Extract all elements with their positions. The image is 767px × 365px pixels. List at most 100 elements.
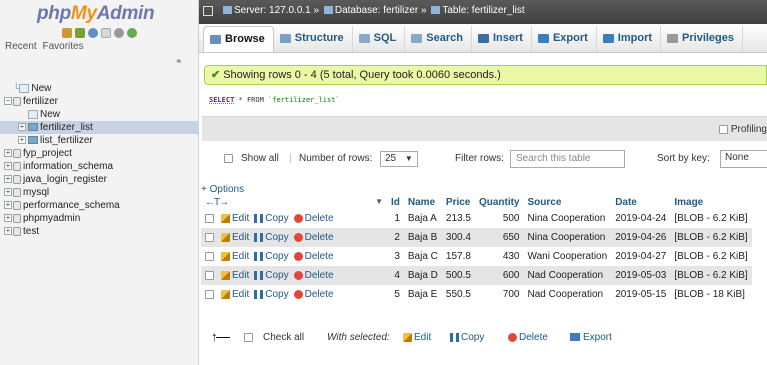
cell-price[interactable]: 550.5 — [441, 285, 475, 304]
cell-date[interactable]: 2019-05-03 — [611, 266, 671, 285]
row-edit-button[interactable]: Edit — [221, 213, 249, 224]
tree-item-fertilizer[interactable]: − fertilizer — [0, 95, 199, 108]
check-all-label[interactable]: Check all — [263, 332, 304, 343]
reload-icon[interactable] — [127, 28, 137, 38]
expand-icon[interactable]: + — [4, 188, 12, 197]
minimize-icon[interactable] — [203, 6, 213, 16]
phpmyadmin-logo[interactable]: phpMyAdmin — [37, 3, 155, 25]
cell-source[interactable]: Nina Cooperation — [523, 209, 612, 228]
row-copy-button[interactable]: Copy — [254, 270, 289, 281]
column-header-price[interactable]: Price — [442, 195, 475, 209]
settings-icon[interactable] — [114, 28, 124, 38]
sort-arrow-icon[interactable]: ▼ — [375, 197, 383, 206]
num-rows-select[interactable]: 25 ▼ — [380, 151, 418, 167]
cell-source[interactable]: Nina Cooperation — [523, 228, 612, 247]
cell-source[interactable]: Nad Cooperation — [523, 266, 612, 285]
column-header-id[interactable]: Id — [387, 195, 404, 209]
cell-date[interactable]: 2019-04-26 — [611, 228, 671, 247]
cell-price[interactable]: 300.4 — [441, 228, 475, 247]
cell-quantity[interactable]: 500 — [474, 209, 524, 228]
expand-icon[interactable]: + — [4, 162, 12, 171]
tab-import[interactable]: Import — [597, 26, 662, 52]
cell-id[interactable]: 4 — [387, 266, 404, 285]
row-copy-button[interactable]: Copy — [254, 251, 289, 262]
bulk-delete-button[interactable]: Delete — [508, 332, 548, 343]
row-checkbox[interactable] — [205, 270, 214, 280]
cell-id[interactable]: 2 — [387, 228, 404, 247]
cell-image[interactable]: [BLOB - 6.2 KiB] — [670, 266, 752, 285]
row-edit-button[interactable]: Edit — [221, 289, 249, 300]
cell-name[interactable]: Baja A — [403, 209, 442, 228]
cell-source[interactable]: Nad Cooperation — [523, 285, 612, 304]
tree-item-new[interactable]: New — [0, 108, 199, 121]
check-all-checkbox[interactable] — [244, 332, 253, 343]
collapse-icon[interactable]: − — [4, 97, 12, 106]
link-icon[interactable]: ⚭ — [175, 56, 183, 67]
recent-tab[interactable]: Recent — [5, 41, 37, 52]
tab-browse[interactable]: Browse — [203, 26, 274, 52]
profiling-toggle[interactable]: Profiling — [719, 124, 767, 135]
bulk-copy-button[interactable]: Copy — [450, 332, 484, 343]
cell-price[interactable]: 500.5 — [441, 266, 475, 285]
expand-icon[interactable]: + — [4, 201, 12, 210]
cell-date[interactable]: 2019-04-27 — [611, 247, 671, 266]
cell-price[interactable]: 213.5 — [441, 209, 475, 228]
row-edit-button[interactable]: Edit — [221, 251, 249, 262]
cell-name[interactable]: Baja C — [403, 247, 442, 266]
row-delete-button[interactable]: Delete — [293, 232, 334, 243]
cell-date[interactable]: 2019-05-15 — [611, 285, 671, 304]
cell-date[interactable]: 2019-04-24 — [611, 209, 671, 228]
bulk-edit-button[interactable]: Edit — [403, 332, 431, 343]
filter-rows-input[interactable]: Search this table — [510, 150, 625, 168]
cell-image[interactable]: [BLOB - 6.2 KiB] — [670, 228, 752, 247]
cell-source[interactable]: Wani Cooperation — [523, 247, 612, 266]
column-header-quantity[interactable]: Quantity — [475, 195, 524, 209]
row-edit-button[interactable]: Edit — [221, 232, 249, 243]
tree-item-fyp-project[interactable]: + fyp_project — [0, 147, 199, 160]
cell-quantity[interactable]: 650 — [474, 228, 524, 247]
row-delete-button[interactable]: Delete — [293, 289, 334, 300]
row-copy-button[interactable]: Copy — [254, 232, 289, 243]
row-checkbox[interactable] — [205, 251, 214, 261]
cell-id[interactable]: 5 — [387, 285, 404, 304]
row-checkbox[interactable] — [205, 232, 214, 242]
breadcrumb-database[interactable]: Database: fertilizer — [335, 5, 418, 16]
expand-icon[interactable]: + — [4, 175, 12, 184]
cell-id[interactable]: 3 — [387, 247, 404, 266]
expand-icon[interactable]: + — [18, 123, 26, 132]
row-copy-button[interactable]: Copy — [254, 213, 289, 224]
tab-export[interactable]: Export — [532, 26, 597, 52]
row-delete-button[interactable]: Delete — [293, 270, 334, 281]
cell-quantity[interactable]: 700 — [474, 285, 524, 304]
breadcrumb-server[interactable]: Server: 127.0.0.1 — [234, 5, 311, 16]
bulk-export-button[interactable]: Export — [570, 332, 612, 343]
tab-sql[interactable]: SQL — [353, 26, 406, 52]
tree-item-list-fertilizer[interactable]: + list_fertilizer — [0, 134, 199, 147]
logout-icon[interactable] — [75, 28, 85, 38]
docs-icon[interactable] — [101, 28, 111, 38]
expand-icon[interactable]: + — [18, 136, 26, 145]
column-header-date[interactable]: Date — [611, 195, 670, 209]
cell-name[interactable]: Baja B — [403, 228, 442, 247]
tab-privileges[interactable]: Privileges — [661, 26, 744, 52]
tree-item-phpmyadmin[interactable]: + phpmyadmin — [0, 212, 199, 225]
row-checkbox[interactable] — [205, 213, 214, 223]
tree-item-mysql[interactable]: + mysql — [0, 186, 199, 199]
row-edit-button[interactable]: Edit — [221, 270, 249, 281]
cell-name[interactable]: Baja D — [403, 266, 442, 285]
expand-icon[interactable]: + — [4, 149, 12, 158]
expand-icon[interactable]: + — [4, 214, 12, 223]
options-link[interactable]: + Options — [201, 184, 244, 195]
row-delete-button[interactable]: Delete — [293, 251, 334, 262]
tree-item-information-schema[interactable]: + information_schema — [0, 160, 199, 173]
tree-item-java-login-register[interactable]: + java_login_register — [0, 173, 199, 186]
sort-by-key-select[interactable]: None — [720, 150, 767, 168]
row-delete-button[interactable]: Delete — [293, 213, 334, 224]
column-header-image[interactable]: Image — [670, 195, 751, 209]
tree-item-test[interactable]: + test — [0, 225, 199, 238]
tree-item-fertilizer-list[interactable]: + fertilizer_list — [0, 121, 199, 134]
tree-item-performance-schema[interactable]: + performance_schema — [0, 199, 199, 212]
cell-quantity[interactable]: 600 — [474, 266, 524, 285]
row-copy-button[interactable]: Copy — [254, 289, 289, 300]
home-icon[interactable] — [62, 28, 72, 38]
